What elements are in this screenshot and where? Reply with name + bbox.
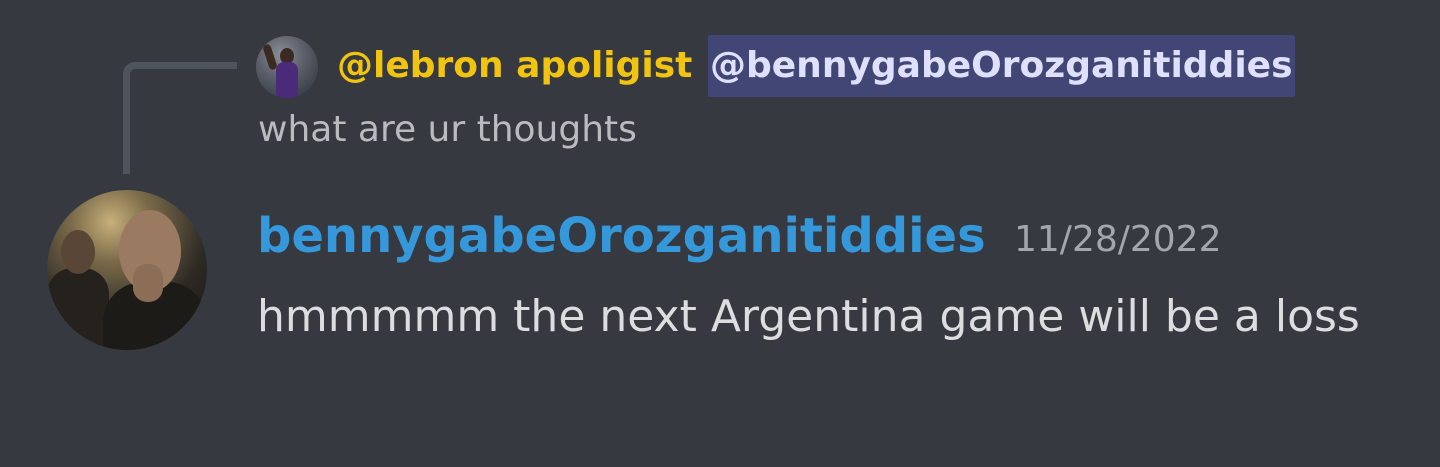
reply-mention[interactable]: @bennygabeOrozganitiddies xyxy=(708,35,1295,97)
author-username[interactable]: bennygabeOrozganitiddies xyxy=(257,206,986,266)
message-content: hmmmmm the next Argentina game will be a… xyxy=(257,291,1360,342)
avatar-background-person-head xyxy=(61,230,95,274)
message-timestamp[interactable]: 11/28/2022 xyxy=(1014,214,1222,266)
reply-preview-text[interactable]: what are ur thoughts xyxy=(258,104,637,156)
avatar-figure-jersey xyxy=(276,62,298,98)
avatar-person-hand xyxy=(133,264,163,302)
reply-author-avatar[interactable] xyxy=(256,36,318,98)
reply-connector-line xyxy=(123,62,237,174)
author-avatar[interactable] xyxy=(47,190,207,350)
reply-author-name[interactable]: @lebron apoligist xyxy=(337,40,692,92)
avatar-background-person-body xyxy=(47,268,109,350)
